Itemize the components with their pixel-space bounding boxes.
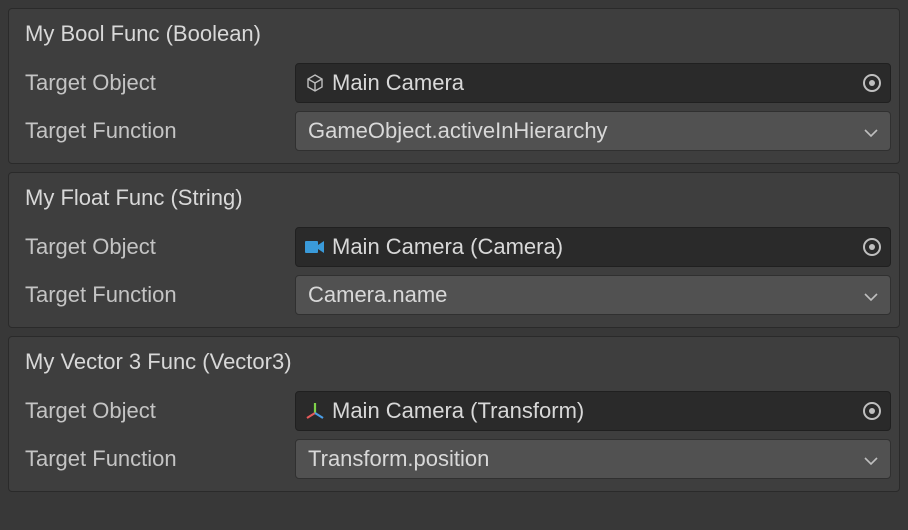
target-function-dropdown[interactable]: Transform.position xyxy=(295,439,891,479)
object-picker-button[interactable] xyxy=(858,397,886,425)
cube-icon xyxy=(304,72,326,94)
target-object-label: Target Object xyxy=(17,70,295,96)
property-row-target-object: Target Object Main Camera xyxy=(17,61,891,105)
object-field-value: Main Camera (Transform) xyxy=(332,398,584,424)
target-object-label: Target Object xyxy=(17,398,295,424)
camera-icon xyxy=(304,236,326,258)
property-row-target-function: Target Function Camera.name xyxy=(17,273,891,317)
property-row-target-function: Target Function Transform.position xyxy=(17,437,891,481)
object-picker-button[interactable] xyxy=(858,69,886,97)
property-row-target-function: Target Function GameObject.activeInHiera… xyxy=(17,109,891,153)
dropdown-value: GameObject.activeInHierarchy xyxy=(308,118,608,144)
object-picker-button[interactable] xyxy=(858,233,886,261)
target-object-field[interactable]: Main Camera (Transform) xyxy=(295,391,891,431)
transform-icon xyxy=(304,400,326,422)
inspector-panel: My Bool Func (Boolean) Target Object Mai… xyxy=(8,8,900,164)
target-object-field[interactable]: Main Camera xyxy=(295,63,891,103)
dropdown-value: Camera.name xyxy=(308,282,447,308)
dropdown-value: Transform.position xyxy=(308,446,489,472)
panel-header: My Bool Func (Boolean) xyxy=(17,15,891,57)
target-function-label: Target Function xyxy=(17,118,295,144)
property-row-target-object: Target Object Main Camera (Transform) xyxy=(17,389,891,433)
panel-header: My Float Func (String) xyxy=(17,179,891,221)
target-object-field[interactable]: Main Camera (Camera) xyxy=(295,227,891,267)
object-field-value: Main Camera (Camera) xyxy=(332,234,563,260)
inspector-panel: My Float Func (String) Target Object Mai… xyxy=(8,172,900,328)
target-function-label: Target Function xyxy=(17,282,295,308)
property-row-target-object: Target Object Main Camera (Camera) xyxy=(17,225,891,269)
target-object-label: Target Object xyxy=(17,234,295,260)
target-function-label: Target Function xyxy=(17,446,295,472)
target-function-dropdown[interactable]: GameObject.activeInHierarchy xyxy=(295,111,891,151)
object-field-value: Main Camera xyxy=(332,70,464,96)
chevron-down-icon xyxy=(864,282,878,308)
chevron-down-icon xyxy=(864,118,878,144)
inspector-panel: My Vector 3 Func (Vector3) Target Object… xyxy=(8,336,900,492)
panel-header: My Vector 3 Func (Vector3) xyxy=(17,343,891,385)
target-function-dropdown[interactable]: Camera.name xyxy=(295,275,891,315)
chevron-down-icon xyxy=(864,446,878,472)
